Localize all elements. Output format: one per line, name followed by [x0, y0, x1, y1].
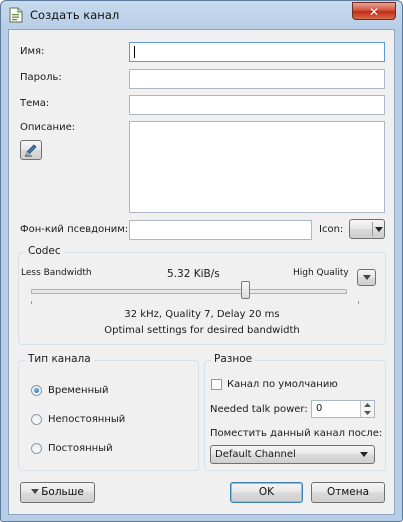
high-quality-label: High Quality [293, 268, 349, 278]
chevron-down-icon [360, 452, 368, 457]
radio-semi-permanent[interactable] [31, 414, 42, 425]
phonetic-name-label: Фон-кий псевдоним: [20, 224, 129, 235]
chevron-down-icon [375, 227, 383, 232]
default-channel-label[interactable]: Канал по умолчанию [227, 379, 338, 390]
codec-group-title: Codec [25, 245, 64, 257]
password-label: Пароль: [20, 72, 62, 83]
title-bar[interactable]: Создать канал ✕ [1, 1, 402, 29]
place-after-select[interactable]: Default Channel [210, 445, 375, 464]
spin-up-icon [364, 403, 371, 407]
channel-type-title: Тип канала [25, 353, 94, 365]
misc-group-title: Разное [211, 353, 256, 365]
name-label: Имя: [20, 46, 45, 57]
topic-label: Тема: [20, 98, 50, 109]
codec-group: Codec Less Bandwidth 5.32 KiB/s High Qua… [18, 245, 386, 345]
pen-icon [25, 144, 37, 157]
icon-label: Icon: [319, 224, 344, 235]
triangle-down-icon [362, 275, 371, 280]
topic-input[interactable] [129, 95, 385, 115]
codec-hint: Optimal settings for desired bandwidth [104, 325, 300, 336]
cancel-button-label: Отмена [326, 486, 370, 498]
icon-picker-button[interactable] [349, 219, 385, 239]
slider-tick [358, 301, 359, 304]
phonetic-name-input[interactable] [129, 220, 312, 240]
place-after-label: Поместить данный канал после: [210, 428, 383, 439]
close-button[interactable]: ✕ [352, 2, 396, 20]
ok-button[interactable]: OK [230, 482, 303, 503]
ok-button-label: OK [258, 486, 275, 498]
description-textarea[interactable] [129, 121, 385, 213]
dialog-body: Имя: Пароль: Тема: Описание: Фон-кий псе… [8, 29, 395, 515]
slider-tick [31, 301, 32, 304]
quality-slider-thumb[interactable] [240, 281, 250, 299]
talk-power-value: 0 [316, 403, 323, 414]
more-button-label: Больше [41, 486, 84, 498]
radio-permanent[interactable] [31, 443, 42, 454]
document-icon [9, 7, 23, 23]
codec-advanced-button[interactable] [357, 269, 376, 286]
radio-semi-permanent-label[interactable]: Непостоянный [48, 414, 125, 425]
close-icon: ✕ [368, 5, 380, 19]
radio-temporary[interactable] [31, 385, 42, 396]
description-label: Описание: [20, 122, 76, 133]
text-caret [134, 46, 135, 58]
triangle-down-icon [31, 489, 40, 494]
edit-description-button[interactable] [20, 140, 42, 160]
radio-permanent-label[interactable]: Постоянный [48, 443, 113, 454]
misc-group: Разное Канал по умолчанию Needed talk po… [204, 353, 386, 471]
spin-down-icon [364, 411, 371, 415]
less-bandwidth-label: Less Bandwidth [21, 268, 92, 278]
name-input[interactable] [129, 42, 385, 62]
spin-buttons[interactable] [360, 401, 374, 417]
cancel-button[interactable]: Отмена [311, 482, 385, 503]
place-after-value: Default Channel [215, 449, 296, 460]
bitrate-readout: 5.32 KiB/s [167, 268, 220, 280]
password-input[interactable] [129, 69, 385, 89]
quality-slider-track[interactable] [31, 289, 347, 294]
codec-details: 32 kHz, Quality 7, Delay 20 ms [124, 309, 280, 320]
radio-temporary-label[interactable]: Временный [48, 385, 109, 396]
window-title: Создать канал [30, 8, 120, 22]
default-channel-checkbox[interactable] [211, 379, 222, 390]
more-button[interactable]: Больше [20, 482, 95, 503]
create-channel-window: Создать канал ✕ Имя: Пароль: Тема: Описа… [0, 0, 403, 522]
talk-power-spinbox[interactable]: 0 [311, 400, 375, 418]
talk-power-label: Needed talk power: [210, 404, 308, 415]
channel-type-group: Тип канала Временный Непостоянный Постоя… [18, 353, 199, 471]
